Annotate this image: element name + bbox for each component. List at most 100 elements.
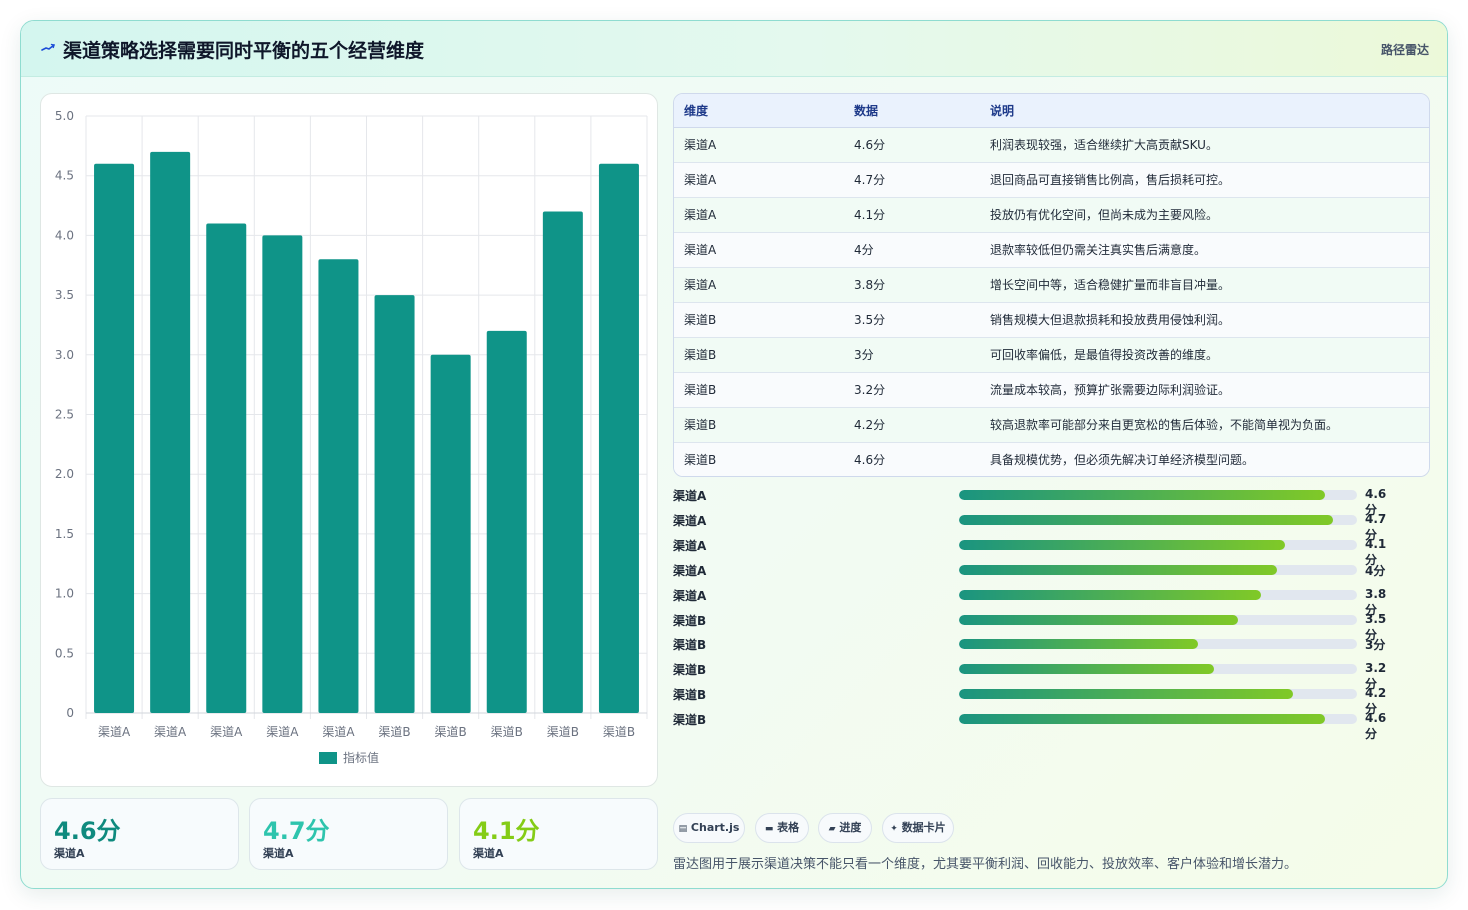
page-title: 渠道策略选择需要同时平衡的五个经营维度 <box>63 40 425 62</box>
legend-swatch <box>319 752 337 764</box>
y-tick-label: 2.0 <box>55 467 74 481</box>
cell-dimension: 渠道A <box>684 138 717 152</box>
x-tick-label: 渠道B <box>435 725 467 739</box>
cell-data: 4.6分 <box>854 453 886 468</box>
progress-fill <box>959 564 1278 575</box>
chip-table[interactable]: ▬ 表格 <box>755 813 809 843</box>
cell-note: 增长空间中等，适合稳健扩量而非盲目冲量。 <box>990 278 1231 292</box>
chip-label: 表格 <box>777 821 800 834</box>
progress-fill <box>959 689 1294 700</box>
x-tick-label: 渠道B <box>603 725 635 739</box>
bar <box>598 163 639 713</box>
progress-track <box>959 714 1357 725</box>
cell-data: 3.8分 <box>854 278 886 292</box>
table-row[interactable]: 渠道B 3.2分 流量成本较高，预算扩张需要边际利润验证。 <box>674 372 1429 407</box>
progress-fill <box>959 614 1238 625</box>
progress-row: 渠道B 3.2分 <box>673 659 1393 691</box>
bar <box>486 330 527 713</box>
cell-data: 3.5分 <box>854 313 886 327</box>
progress-track <box>959 490 1357 500</box>
bar <box>150 151 191 713</box>
stat-card: 4.7分 渠道A <box>249 798 448 870</box>
progress-row: 渠道B 4.6分 <box>673 709 1393 741</box>
y-tick-label: 4.5 <box>55 169 74 183</box>
progress-label: 渠道B <box>673 713 707 728</box>
y-tick-label: 4.0 <box>55 228 74 242</box>
bar <box>94 163 135 713</box>
column-header-note[interactable]: 说明 <box>990 94 1429 128</box>
cell-note: 退回商品可直接销售比例高，售后损耗可控。 <box>990 173 1231 187</box>
cell-note: 可回收率偏低，是最值得投资改善的维度。 <box>990 348 1219 362</box>
chip-label: 数据卡片 <box>901 821 946 834</box>
table-row[interactable]: 渠道B 3分 可回收率偏低，是最值得投资改善的维度。 <box>674 337 1429 372</box>
progress-fill <box>959 539 1286 550</box>
header-tag[interactable]: 路径雷达 <box>1381 41 1429 58</box>
progress-track <box>959 564 1357 575</box>
progress-icon: ▰ <box>828 824 836 834</box>
cell-dimension: 渠道A <box>684 278 717 292</box>
dashboard-card: 渠道策略选择需要同时平衡的五个经营维度 路径雷达 0 0.5 1.0 1.5 2.0 2.… <box>20 20 1448 889</box>
cell-data: 4.7分 <box>854 173 886 187</box>
table-row[interactable]: 渠道A 4.1分 投放仍有优化空间，但尚未成为主要风险。 <box>674 197 1429 232</box>
bar <box>206 223 247 713</box>
bar-chart-panel: 0 0.5 1.0 1.5 2.0 2.5 3.0 3.5 4.0 4.5 5.0 渠道A 渠道A 渠道A… <box>40 93 658 787</box>
progress-label: 渠道B <box>673 688 707 703</box>
y-tick-label: 0.5 <box>55 646 74 660</box>
table-row[interactable]: 渠道A 3.8分 增长空间中等，适合稳健扩量而非盲目冲量。 <box>674 267 1429 302</box>
header-bar: 渠道策略选择需要同时平衡的五个经营维度 路径雷达 <box>21 21 1447 77</box>
cell-data: 4分 <box>854 243 874 257</box>
progress-value: 3分 <box>1365 638 1386 653</box>
stat-value: 4.1分 <box>473 817 540 845</box>
x-tick-label: 渠道A <box>266 725 299 739</box>
bar <box>374 295 415 713</box>
progress-fill <box>959 490 1326 500</box>
progress-value: 4.6分 <box>1365 711 1387 742</box>
table-row[interactable]: 渠道B 4.6分 具备规模优势，但必须先解决订单经济模型问题。 <box>674 442 1429 476</box>
cell-data: 4.6分 <box>854 138 886 152</box>
progress-label: 渠道A <box>673 489 707 503</box>
y-tick-label: 3.5 <box>55 288 74 302</box>
cell-note: 退款率较低但仍需关注真实售后满意度。 <box>990 243 1207 257</box>
cell-note: 较高退款率可能部分来自更宽松的售后体验，不能简单视为负面。 <box>990 418 1339 432</box>
x-tick-label: 渠道A <box>98 725 131 739</box>
stat-label: 渠道A <box>473 847 504 860</box>
progress-fill <box>959 639 1198 650</box>
progress-label: 渠道A <box>673 538 707 553</box>
progress-fill <box>959 514 1334 525</box>
table-row[interactable]: 渠道B 3.5分 销售规模大但退款损耗和投放费用侵蚀利润。 <box>674 302 1429 337</box>
column-header-data[interactable]: 数据 <box>854 94 990 128</box>
bar-chart: 0 0.5 1.0 1.5 2.0 2.5 3.0 3.5 4.0 4.5 5.0 渠道A 渠道A 渠道A… <box>55 109 648 765</box>
x-tick-label: 渠道B <box>547 725 579 739</box>
progress-row: 渠道A 4.7分 <box>673 510 1393 542</box>
table-row[interactable]: 渠道A 4.6分 利润表现较强，适合继续扩大高贡献SKU。 <box>674 127 1429 162</box>
bar <box>430 354 471 713</box>
data-table: 维度 数据 说明 渠道A 4.6分 利润表现较强，适合继续扩大高贡献SKU。 渠道A 4… <box>674 94 1429 476</box>
table-row[interactable]: 渠道A 4分 退款率较低但仍需关注真实售后满意度。 <box>674 232 1429 267</box>
chip-label: 进度 <box>839 821 862 834</box>
cell-data: 4.1分 <box>854 208 886 222</box>
table-row[interactable]: 渠道B 4.2分 较高退款率可能部分来自更宽松的售后体验，不能简单视为负面。 <box>674 407 1429 442</box>
cell-dimension: 渠道B <box>684 418 717 432</box>
stat-card: 4.6分 渠道A <box>40 798 239 870</box>
chip-data-card[interactable]: ✦ 数据卡片 <box>882 813 954 843</box>
table-row[interactable]: 渠道A 4.7分 退回商品可直接销售比例高，售后损耗可控。 <box>674 162 1429 197</box>
chip-progress[interactable]: ▰ 进度 <box>818 813 872 843</box>
table-icon: ▬ <box>764 824 774 834</box>
chip-chartjs[interactable]: ▤ Chart.js <box>673 813 745 843</box>
trend-arrow-icon <box>41 43 55 51</box>
x-tick-label: 渠道B <box>491 725 523 739</box>
data-table-panel: 维度 数据 说明 渠道A 4.6分 利润表现较强，适合继续扩大高贡献SKU。 渠道A 4… <box>673 93 1430 477</box>
progress-row: 渠道B 3分 <box>673 634 1393 654</box>
progress-track <box>959 514 1357 525</box>
stat-label: 渠道A <box>263 847 294 860</box>
progress-track <box>959 689 1357 700</box>
cell-dimension: 渠道A <box>684 208 717 222</box>
bar <box>262 235 303 713</box>
cell-note: 流量成本较高，预算扩张需要边际利润验证。 <box>990 383 1231 397</box>
progress-fill <box>959 664 1214 675</box>
column-header-dimension[interactable]: 维度 <box>674 94 854 128</box>
progress-track <box>959 639 1357 650</box>
progress-row: 渠道A 4.6分 <box>673 485 1393 517</box>
progress-label: 渠道A <box>673 513 707 528</box>
y-tick-label: 0 <box>66 706 74 720</box>
